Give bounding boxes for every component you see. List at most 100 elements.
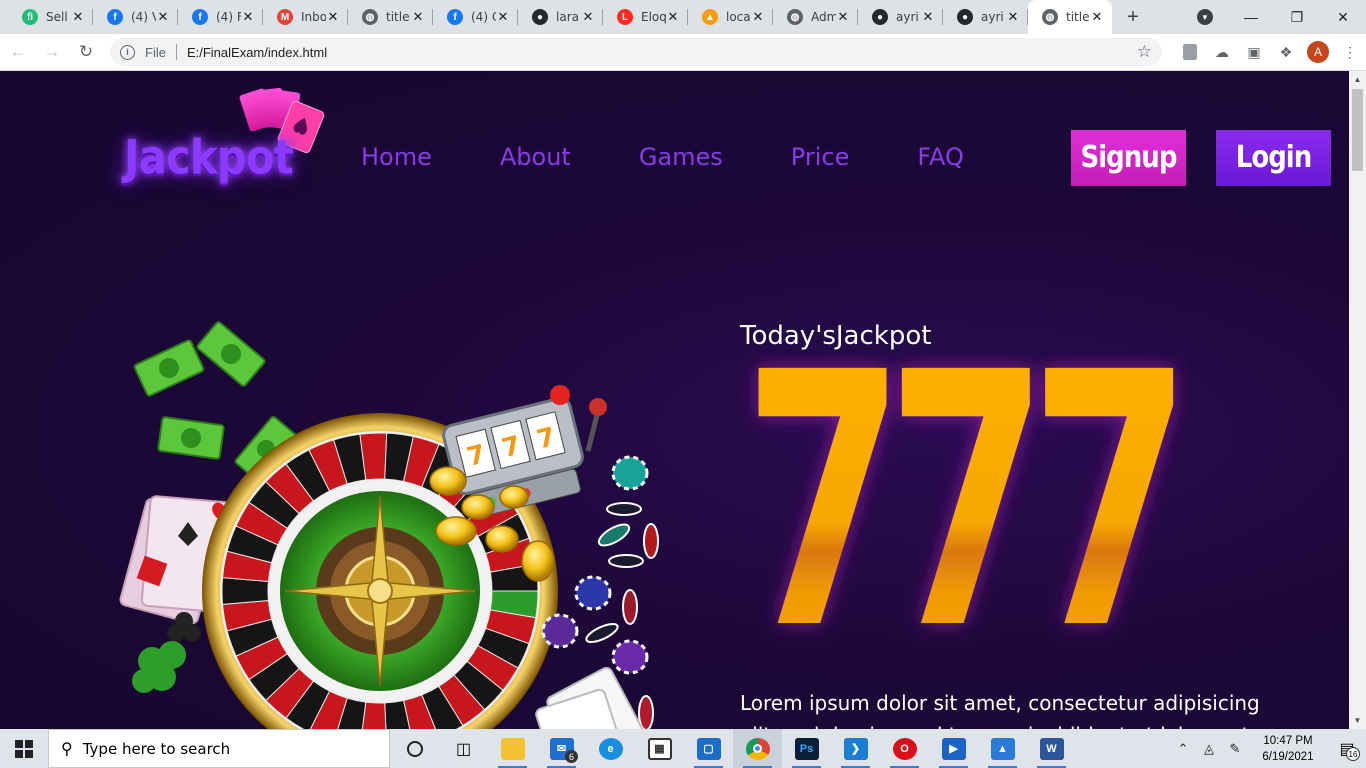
browser-tab[interactable]: ◍ title ✕ bbox=[348, 0, 433, 34]
info-icon[interactable]: i bbox=[120, 44, 135, 60]
browser-tab[interactable]: f (4) C✕ bbox=[433, 0, 518, 34]
store-icon[interactable]: ▦ bbox=[635, 729, 684, 768]
video-editor-icon[interactable]: ▶ bbox=[929, 729, 978, 768]
terminal-icon[interactable]: ▢ bbox=[684, 729, 733, 768]
close-tab-icon[interactable]: ✕ bbox=[326, 9, 340, 25]
nav-games[interactable]: Games bbox=[639, 143, 723, 171]
jackpot-number-graphic: 777 bbox=[743, 298, 1203, 706]
vscode-icon[interactable]: ❯ bbox=[831, 729, 880, 768]
profile-button[interactable]: A bbox=[1302, 36, 1334, 68]
scroll-up-arrow-icon[interactable]: ▲ bbox=[1349, 71, 1366, 88]
close-tab-icon[interactable]: ✕ bbox=[156, 9, 170, 25]
taskbar-search[interactable]: ⚲ Type here to search bbox=[48, 729, 390, 768]
nav-price[interactable]: Price bbox=[791, 143, 850, 171]
url-text[interactable]: E:/FinalExam/index.html bbox=[187, 45, 1137, 60]
action-center-button[interactable]: ▤ 16 bbox=[1328, 729, 1366, 768]
tab-search-button[interactable]: ▼ bbox=[1182, 0, 1228, 34]
restore-button[interactable]: ❐ bbox=[1274, 0, 1320, 34]
close-tab-icon[interactable]: ✕ bbox=[1006, 9, 1020, 25]
search-icon: ⚲ bbox=[61, 739, 73, 758]
kebab-menu-icon[interactable]: ⋮ bbox=[1334, 36, 1366, 68]
scrollbar-thumb[interactable] bbox=[1352, 89, 1363, 171]
taskbar-search-placeholder: Type here to search bbox=[82, 739, 231, 758]
task-view-icon[interactable]: ◫ bbox=[439, 729, 488, 768]
close-tab-icon[interactable]: ✕ bbox=[751, 9, 765, 25]
tab-strip: fiSell✕f(4) V✕f(4) F✕MInbo✕◍title✕f(4) C… bbox=[0, 0, 1366, 34]
nav-about[interactable]: About bbox=[500, 143, 571, 171]
edge-icon[interactable]: e bbox=[586, 729, 635, 768]
cloud-extension-icon[interactable]: ☁ bbox=[1206, 36, 1238, 68]
back-button[interactable]: ← bbox=[2, 36, 34, 68]
address-bar[interactable]: i File E:/FinalExam/index.html ☆ bbox=[110, 38, 1162, 66]
intro-line-2: elit, sed do eiusmod tempor incididunt u… bbox=[740, 719, 1280, 729]
browser-tab[interactable]: ● ayri ✕ bbox=[943, 0, 1028, 34]
page-viewport: Jackpot Home About Games Price FAQ Signu… bbox=[0, 71, 1349, 729]
browser-tab[interactable]: fi Sell ✕ bbox=[8, 0, 93, 34]
chrome-icon[interactable] bbox=[733, 729, 782, 768]
jackpot-digits: 777 bbox=[743, 353, 1175, 643]
scroll-down-arrow-icon[interactable]: ▼ bbox=[1349, 712, 1366, 729]
tab-label: Sell bbox=[46, 10, 68, 24]
close-window-button[interactable]: ✕ bbox=[1320, 0, 1366, 34]
page-scrollbar[interactable]: ▲ ▼ bbox=[1349, 71, 1366, 729]
puzzle-extensions-icon[interactable]: ❖ bbox=[1270, 36, 1302, 68]
windows-taskbar: ⚲ Type here to search ◫ ✉ 6 e ▦ ▢ Ps ❯ O … bbox=[0, 729, 1366, 768]
minimize-button[interactable]: — bbox=[1228, 0, 1274, 34]
logo[interactable]: Jackpot bbox=[120, 83, 325, 193]
notification-count: 16 bbox=[1346, 747, 1360, 761]
chevron-up-icon[interactable]: ⌃ bbox=[1170, 741, 1196, 757]
nav-faq[interactable]: FAQ bbox=[917, 143, 964, 171]
photos-icon[interactable]: ▲ bbox=[978, 729, 1027, 768]
reload-button[interactable]: ↻ bbox=[70, 36, 102, 68]
casino-illustration: 7 7 7 bbox=[118, 321, 678, 729]
tab-label: ayri bbox=[896, 10, 919, 24]
photoshop-icon[interactable]: Ps bbox=[782, 729, 831, 768]
browser-tab[interactable]: ● ayri ✕ bbox=[858, 0, 943, 34]
pdf-extension-icon[interactable] bbox=[1174, 36, 1206, 68]
camera-extension-icon[interactable]: ▣ bbox=[1238, 36, 1270, 68]
arrow-right-icon: → bbox=[43, 42, 61, 61]
opera-icon[interactable]: O bbox=[880, 729, 929, 768]
browser-tab[interactable]: L Eloq ✕ bbox=[603, 0, 688, 34]
browser-tab[interactable]: ◍ title ✕ bbox=[1028, 0, 1112, 34]
chevron-down-icon: ▼ bbox=[1197, 9, 1213, 25]
bookmark-star-icon[interactable]: ☆ bbox=[1137, 42, 1152, 62]
close-tab-icon[interactable]: ✕ bbox=[836, 9, 850, 25]
browser-tab[interactable]: f (4) F ✕ bbox=[178, 0, 263, 34]
start-button[interactable] bbox=[0, 729, 48, 768]
new-tab-button[interactable]: + bbox=[1116, 0, 1150, 34]
login-button[interactable]: Login bbox=[1216, 130, 1331, 186]
laravel-icon: L bbox=[617, 9, 633, 25]
browser-tab[interactable]: f (4) V ✕ bbox=[93, 0, 178, 34]
browser-tab[interactable]: M Inbo ✕ bbox=[263, 0, 348, 34]
divider bbox=[175, 44, 177, 60]
nav-home[interactable]: Home bbox=[361, 143, 432, 171]
signup-button[interactable]: Signup bbox=[1071, 130, 1186, 186]
mail-icon[interactable]: ✉ 6 bbox=[537, 729, 586, 768]
wifi-icon[interactable]: ◬ bbox=[1196, 741, 1222, 757]
close-tab-icon[interactable]: ✕ bbox=[241, 9, 255, 25]
close-tab-icon[interactable]: ✕ bbox=[411, 9, 425, 25]
browser-tab[interactable]: ● lara ✕ bbox=[518, 0, 603, 34]
word-icon[interactable]: W bbox=[1027, 729, 1076, 768]
close-tab-icon[interactable]: ✕ bbox=[666, 9, 680, 25]
close-tab-icon[interactable]: ✕ bbox=[71, 9, 85, 25]
tab-label: (4) F bbox=[216, 10, 241, 24]
reload-icon: ↻ bbox=[78, 42, 94, 61]
tab-label: (4) C bbox=[471, 10, 496, 24]
forward-button[interactable]: → bbox=[36, 36, 68, 68]
file-explorer-icon[interactable] bbox=[488, 729, 537, 768]
arrow-left-icon: ← bbox=[9, 42, 27, 61]
clock[interactable]: 10:47 PM 6/19/2021 bbox=[1248, 733, 1328, 765]
browser-tab[interactable]: ◍ Adm ✕ bbox=[773, 0, 858, 34]
close-tab-icon[interactable]: ✕ bbox=[581, 9, 595, 25]
browser-tab[interactable]: ▲ loca ✕ bbox=[688, 0, 773, 34]
close-tab-icon[interactable]: ✕ bbox=[1090, 9, 1104, 25]
close-tab-icon[interactable]: ✕ bbox=[921, 9, 935, 25]
mail-badge: 6 bbox=[565, 750, 578, 763]
close-tab-icon[interactable]: ✕ bbox=[496, 9, 510, 25]
tab-list: fiSell✕f(4) V✕f(4) F✕MInbo✕◍title✕f(4) C… bbox=[0, 0, 1112, 34]
cortana-icon[interactable] bbox=[390, 729, 439, 768]
gmail-icon: M bbox=[277, 9, 293, 25]
pen-icon[interactable]: ✎ bbox=[1222, 741, 1248, 757]
